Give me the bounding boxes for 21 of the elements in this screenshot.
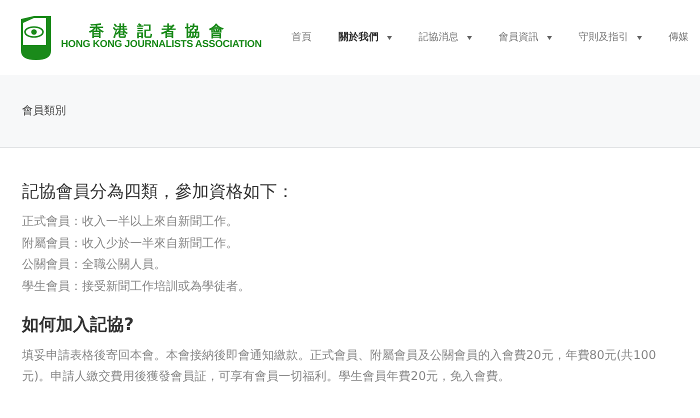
section-heading: 如何加入記協? [22, 315, 135, 336]
nav-link[interactable]: 首頁 [292, 30, 326, 45]
caret-icon [546, 36, 552, 40]
membership-type-text: 公關會員：全職公關人員。 [22, 256, 167, 274]
caret-icon [386, 36, 392, 40]
logo-icon [20, 14, 53, 60]
membership-type-text: 學生會員：接受新聞工作培訓或為學徒者。 [22, 278, 251, 295]
nav-link[interactable]: 守則及指引 [578, 30, 656, 45]
membership-type-text: 附屬會員：收入少於一半來自新聞工作。 [22, 234, 239, 252]
nav-link[interactable]: 傳媒 [668, 30, 700, 45]
breadcrumb-text: 會員類別 [22, 102, 66, 119]
paragraph-text: 填妥申請表格後寄回本會。本會接納後即會通知繳款。正式會員、附屬會員及公關會員的入會費20元，年費80元(共100元)。申請人繳交費用後獲發會員証，可享有會員一切福利。學生會員年費20元，免入會費。 [22, 346, 658, 386]
logo-subtitle: HONG KONG JOURNALISTS ASSOCIATION [61, 39, 262, 51]
nav-link[interactable]: 記協消息 [418, 30, 486, 45]
membership-type-text: 正式會員：收入一半以上來自新聞工作。 [22, 213, 239, 230]
caret-icon [636, 36, 642, 40]
logo-title: 香港記者協會 [88, 24, 234, 39]
nav-link[interactable]: 關於我們 [338, 30, 406, 45]
nav-link[interactable]: 會員資訊 [498, 30, 566, 45]
section-heading: 記協會員分為四類，參加資格如下： [22, 182, 295, 202]
caret-icon [466, 36, 472, 40]
